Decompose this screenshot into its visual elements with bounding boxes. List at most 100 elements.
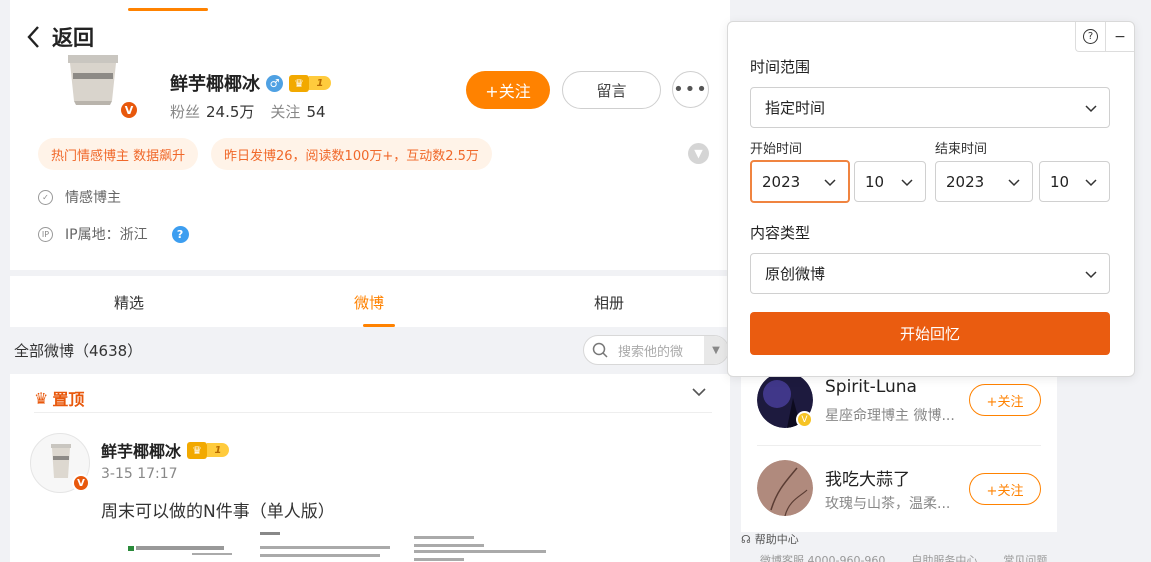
message-button[interactable]: 留言	[562, 71, 661, 109]
chevron-left-icon	[27, 26, 39, 48]
recommend-desc: 玫瑰与山茶，温柔...	[825, 496, 951, 512]
fans-value: 24.5万	[206, 103, 255, 121]
vip-crown-icon[interactable]: ♛ 1	[289, 74, 331, 92]
profile-stats: 粉丝 24.5万 关注 54	[170, 101, 326, 122]
recommend-item[interactable]: V Spirit-Luna 星座命理博主 微博... +关注	[757, 372, 1047, 432]
footer-link[interactable]: 自助服务中心	[911, 552, 977, 562]
chevron-down-icon	[1085, 178, 1097, 186]
post-image-icon	[128, 532, 546, 561]
content-type-select[interactable]: 原创微博	[750, 253, 1110, 294]
recommend-desc: 星座命理博主 微博...	[825, 408, 955, 424]
content-type-value: 原创微博	[765, 265, 826, 283]
end-year-value: 2023	[946, 172, 985, 191]
panel-toolbar: ? −	[1075, 22, 1134, 52]
pinned-text: 置顶	[52, 390, 85, 409]
crown-icon: ♛	[289, 74, 309, 92]
start-recall-button[interactable]: 开始回忆	[750, 312, 1110, 355]
start-year-value: 2023	[762, 172, 801, 191]
help-center-link[interactable]: ☊ 帮助中心	[741, 531, 799, 547]
headset-icon: ☊	[741, 532, 751, 546]
recommend-follow-button[interactable]: +关注	[969, 384, 1041, 416]
hot-blogger-tag[interactable]: 热门情感博主 数据飙升	[38, 138, 199, 170]
verified-badge-icon: V	[72, 474, 90, 492]
question-help-icon[interactable]: ?	[171, 225, 189, 243]
role-text: 情感博主	[65, 190, 121, 206]
post-author-text: 鲜芋椰椰冰	[101, 442, 182, 461]
chevron-down-icon	[1085, 270, 1097, 278]
chevron-down-icon	[824, 178, 836, 186]
start-time-label: 开始时间	[750, 142, 803, 157]
start-year-select[interactable]: 2023	[750, 160, 850, 203]
post-avatar[interactable]: V	[30, 433, 90, 493]
tab-featured[interactable]: 精选	[114, 292, 144, 313]
divider	[757, 445, 1041, 446]
daily-stats-tag[interactable]: 昨日发博26，阅读数100万+，互动数2.5万	[211, 138, 492, 170]
content-tabs: 精选 微博 相册	[10, 276, 730, 327]
verified-badge-icon: V	[119, 100, 139, 120]
all-weibo-count: 全部微博（4638）	[14, 342, 143, 360]
end-year-select[interactable]: 2023	[935, 161, 1033, 202]
end-month-select[interactable]: 10	[1039, 161, 1110, 202]
following-label: 关注	[270, 103, 301, 121]
profile-name: 鲜芋椰椰冰 ♂ ♛ 1	[170, 70, 331, 96]
fans-label: 粉丝	[170, 103, 201, 121]
start-month-select[interactable]: 10	[854, 161, 926, 202]
following-stat[interactable]: 关注 54	[270, 101, 325, 122]
crown-icon: ♛	[187, 441, 208, 459]
time-range-select[interactable]: 指定时间	[750, 87, 1110, 128]
vip-level: 1	[207, 443, 230, 457]
vip-crown-icon: ♛ 1	[187, 441, 230, 459]
end-time-label: 结束时间	[935, 142, 988, 157]
shield-icon: ✓	[38, 189, 53, 205]
post-text: 周末可以做的N件事（单人版）	[101, 502, 335, 522]
post-author[interactable]: 鲜芋椰椰冰 ♛ 1	[101, 438, 230, 462]
footer-link[interactable]: 常见问题	[1003, 552, 1047, 562]
help-icon[interactable]: ?	[1076, 22, 1105, 51]
chevron-down-icon	[1085, 104, 1097, 112]
content-type-label: 内容类型	[750, 224, 811, 242]
ip-icon: IP	[38, 226, 53, 242]
caret-down-icon[interactable]: ▼	[704, 336, 728, 364]
back-button[interactable]: 返回	[24, 22, 94, 52]
following-value: 54	[306, 103, 326, 121]
profile-name-text: 鲜芋椰椰冰	[170, 74, 260, 95]
follow-button[interactable]: +关注	[466, 71, 550, 109]
fans-stat[interactable]: 粉丝 24.5万	[170, 101, 254, 122]
chevron-down-icon	[901, 178, 913, 186]
recommend-item[interactable]: 我吃大蒜了 玫瑰与山茶，温柔... +关注	[757, 460, 1047, 520]
pinned-label: ♛ 置顶	[34, 386, 84, 410]
ip-line: IP IP属地：浙江 ?	[38, 224, 189, 244]
back-label: 返回	[52, 26, 94, 50]
recommend-name: Spirit-Luna	[825, 377, 917, 397]
ip-text: IP属地：浙江	[65, 227, 148, 243]
chevron-down-icon[interactable]: ▼	[688, 143, 709, 164]
role-line: ✓ 情感博主	[38, 187, 121, 207]
minimize-icon[interactable]: −	[1105, 22, 1134, 51]
search-weibo-input[interactable]: 搜索他的微 ▼	[583, 335, 729, 365]
top-tab-indicator	[128, 8, 208, 11]
avatar	[757, 460, 813, 516]
memory-filter-panel: ? − 时间范围 指定时间 开始时间 结束时间 2023 10 2023 10 …	[727, 21, 1135, 377]
divider	[34, 412, 712, 413]
male-gender-icon: ♂	[266, 74, 283, 92]
footer-links: 微博客服 4000-960-960 自助服务中心 常见问题	[760, 552, 1047, 562]
verified-badge-icon: V	[796, 411, 813, 428]
search-icon	[592, 342, 608, 358]
search-placeholder: 搜索他的微	[618, 344, 684, 360]
time-range-value: 指定时间	[765, 99, 826, 117]
time-range-label: 时间范围	[750, 58, 811, 76]
recommend-follow-button[interactable]: +关注	[969, 473, 1041, 505]
tab-album[interactable]: 相册	[594, 292, 624, 313]
more-options-button[interactable]: •••	[672, 71, 709, 108]
tab-weibo[interactable]: 微博	[354, 292, 384, 313]
active-tab-underline	[363, 324, 395, 327]
help-text: 帮助中心	[754, 533, 799, 546]
chevron-down-icon[interactable]	[691, 384, 707, 400]
chevron-down-icon	[1008, 178, 1020, 186]
end-month-value: 10	[1050, 172, 1070, 191]
footer-link[interactable]: 微博客服 4000-960-960	[760, 552, 885, 562]
start-month-value: 10	[865, 172, 885, 191]
post-time[interactable]: 3-15 17:17	[101, 466, 178, 482]
post-image-thumbnail[interactable]	[122, 530, 602, 562]
avatar[interactable]: V	[48, 55, 139, 123]
